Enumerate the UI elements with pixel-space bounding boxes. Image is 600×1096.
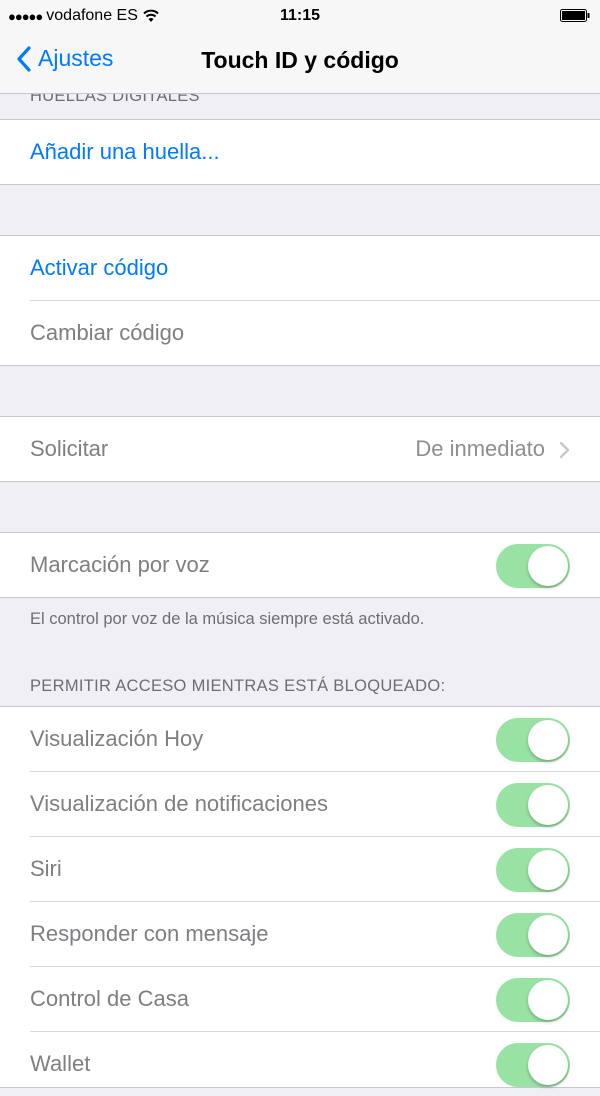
add-fingerprint-label: Añadir una huella... <box>30 139 220 164</box>
notifications-view-label: Visualización de notificaciones <box>30 791 328 816</box>
status-time: 11:15 <box>279 7 321 24</box>
toggle-knob <box>528 980 568 1020</box>
change-code-row: Cambiar código <box>0 301 600 365</box>
reply-with-message-toggle[interactable] <box>496 913 570 957</box>
list-item: Responder con mensaje <box>0 902 600 966</box>
toggle-knob <box>528 720 568 760</box>
toggle-knob <box>528 1045 568 1085</box>
voice-dial-toggle[interactable] <box>496 544 570 588</box>
notifications-view-toggle[interactable] <box>496 783 570 827</box>
today-view-label: Visualización Hoy <box>30 726 204 751</box>
reply-with-message-label: Responder con mensaje <box>30 921 269 946</box>
change-code-label: Cambiar código <box>30 320 185 345</box>
list-item: Visualización de notificaciones <box>0 772 600 836</box>
voice-dial-footer: El control por voz de la música siempre … <box>30 610 425 628</box>
list-item: Siri <box>0 837 600 901</box>
fingerprints-group: Añadir una huella... <box>0 119 600 185</box>
page-title: Touch ID y código <box>201 47 399 73</box>
list-item: Visualización Hoy <box>0 707 600 771</box>
toggle-knob <box>528 915 568 955</box>
add-fingerprint-row[interactable]: Añadir una huella... <box>0 120 600 184</box>
home-control-label: Control de Casa <box>30 986 189 1011</box>
require-group: Solicitar De inmediato <box>0 416 600 482</box>
list-item: Control de Casa <box>0 967 600 1031</box>
today-view-toggle[interactable] <box>496 718 570 762</box>
require-label: Solicitar <box>30 436 109 461</box>
siri-label: Siri <box>30 856 62 881</box>
wallet-toggle[interactable] <box>496 1043 570 1087</box>
battery-icon <box>560 9 590 22</box>
wallet-label: Wallet <box>30 1051 91 1076</box>
toggle-knob <box>528 785 568 825</box>
home-control-toggle[interactable] <box>496 978 570 1022</box>
siri-toggle[interactable] <box>496 848 570 892</box>
require-value: De inmediato <box>415 436 545 461</box>
locked-access-group: Visualización Hoy Visualización de notif… <box>0 706 600 1088</box>
list-item: Wallet <box>0 1032 600 1096</box>
chevron-right-icon <box>559 441 570 459</box>
activate-code-label: Activar código <box>30 255 169 280</box>
passcode-group: Activar código Cambiar código <box>0 235 600 366</box>
require-passcode-row[interactable]: Solicitar De inmediato <box>0 417 600 481</box>
toggle-knob <box>528 546 568 586</box>
voice-dial-row: Marcación por voz <box>0 533 600 597</box>
voice-dial-group: Marcación por voz <box>0 532 600 598</box>
voice-dial-label: Marcación por voz <box>30 552 210 577</box>
activate-code-row[interactable]: Activar código <box>0 236 600 300</box>
toggle-knob <box>528 850 568 890</box>
section-header-locked-access: PERMITIR ACCESO MIENTRAS ESTÁ BLOQUEADO: <box>30 677 446 695</box>
